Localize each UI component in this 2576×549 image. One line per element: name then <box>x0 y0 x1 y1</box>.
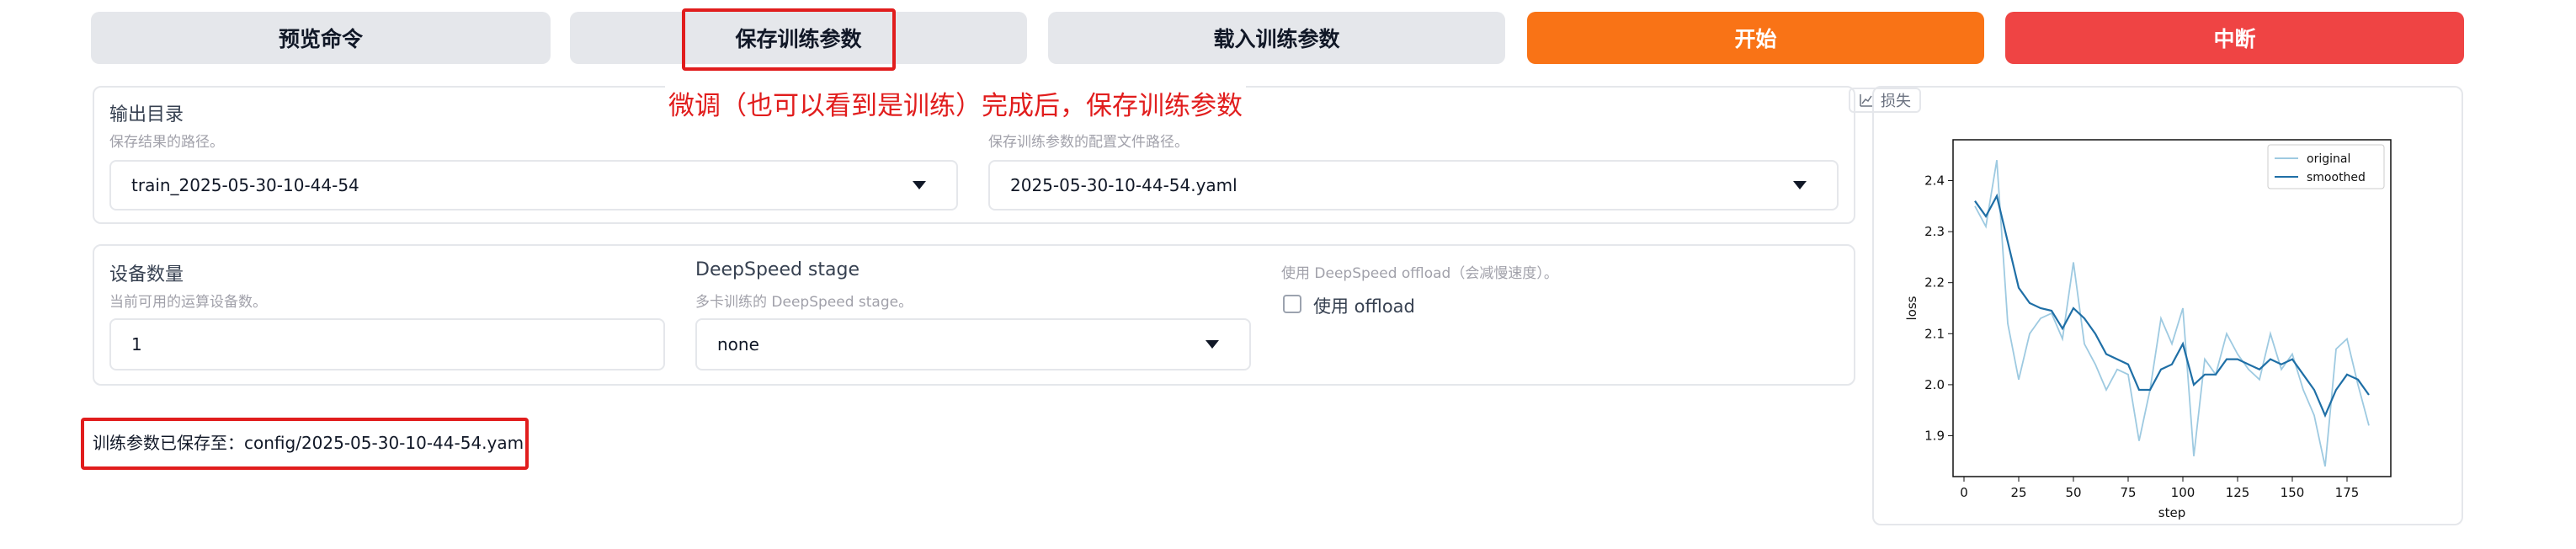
y-tick-label: 2.3 <box>1924 224 1945 239</box>
loss-tag-label: 损失 <box>1881 93 1911 110</box>
loss-chart: 0 25 50 75 100 125 150 175 1.9 2.0 2.1 2.2 2.3 2.4 or… <box>1904 139 2392 520</box>
y-tick-label: 2.4 <box>1924 173 1945 188</box>
device-count-info: 当前可用的运算设备数。 <box>109 294 267 311</box>
offload-info: 使用 DeepSpeed offload（会减慢速度）。 <box>1281 265 1558 282</box>
status-highlight <box>81 418 529 470</box>
y-axis-label: loss <box>1904 296 1919 320</box>
chevron-down-icon <box>913 181 926 189</box>
config-path-select[interactable]: 2025-05-30-10-44-54.yaml <box>988 160 1839 211</box>
annotation-text: 微调（也可以看到是训练）完成后，保存训练参数 <box>665 84 1246 122</box>
y-tick-label: 2.0 <box>1924 377 1945 392</box>
deepspeed-stage-select[interactable]: none <box>695 318 1251 370</box>
deepspeed-stage-value: none <box>717 334 759 354</box>
loss-tag: 损失 <box>1849 88 1921 113</box>
preview-command-button[interactable]: 预览命令 <box>91 12 551 64</box>
save-button-highlight <box>682 8 896 71</box>
abort-button[interactable]: 中断 <box>2005 12 2464 64</box>
x-tick-label: 75 <box>2120 485 2136 500</box>
y-tick-label: 2.1 <box>1924 326 1945 341</box>
output-dir-select[interactable]: train_2025-05-30-10-44-54 <box>109 160 958 211</box>
deepspeed-stage-info: 多卡训练的 DeepSpeed stage。 <box>695 294 913 311</box>
x-tick-label: 25 <box>2010 485 2026 500</box>
series-line-smoothed <box>1974 193 2370 418</box>
y-tick-label: 1.9 <box>1924 429 1945 444</box>
output-dir-value: train_2025-05-30-10-44-54 <box>131 175 359 195</box>
device-count-label: 设备数量 <box>109 264 184 285</box>
chevron-down-icon <box>1793 181 1807 189</box>
offload-checkbox[interactable] <box>1283 295 1301 313</box>
plot-frame <box>1952 139 2392 477</box>
line-chart-icon <box>1860 94 1872 107</box>
x-axis-label: step <box>2158 505 2185 520</box>
deepspeed-stage-label: DeepSpeed stage <box>695 259 860 280</box>
x-tick-label: 100 <box>2171 485 2195 500</box>
legend-label-smoothed: smoothed <box>2307 171 2366 184</box>
config-path-value: 2025-05-30-10-44-54.yaml <box>1010 175 1237 195</box>
device-count-input[interactable]: 1 <box>109 318 665 370</box>
start-button[interactable]: 开始 <box>1527 12 1984 64</box>
series-line-original <box>1974 160 2370 467</box>
x-tick-label: 0 <box>1960 485 1968 500</box>
load-arguments-button[interactable]: 载入训练参数 <box>1048 12 1505 64</box>
chevron-down-icon <box>1206 340 1219 349</box>
x-tick-label: 50 <box>2065 485 2081 500</box>
y-tick-label: 2.2 <box>1924 275 1945 290</box>
x-tick-label: 150 <box>2281 485 2305 500</box>
config-path-info: 保存训练参数的配置文件路径。 <box>988 134 1189 151</box>
output-dir-info: 保存结果的路径。 <box>109 134 224 151</box>
offload-label: 使用 offload <box>1313 296 1415 317</box>
x-tick-label: 125 <box>2226 485 2250 500</box>
x-tick-label: 175 <box>2335 485 2360 500</box>
legend-label-original: original <box>2307 152 2350 166</box>
device-count-value: 1 <box>131 334 142 354</box>
output-dir-label: 输出目录 <box>109 104 184 125</box>
